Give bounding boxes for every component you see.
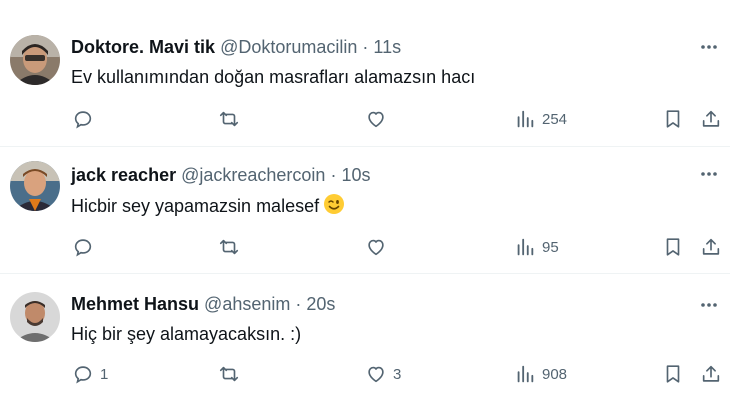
retweet-button[interactable] [218, 359, 246, 389]
author-handle[interactable]: @Doktorumacilin [220, 37, 357, 57]
bookmark-icon [666, 365, 680, 383]
heart-icon [368, 366, 384, 383]
timestamp[interactable]: 11s [373, 37, 401, 57]
retweet-icon [219, 366, 239, 382]
views-button[interactable]: 908 [514, 359, 567, 389]
tweet-text: Ev kullanımından doğan masrafları alamaz… [71, 64, 475, 90]
like-count: 3 [393, 365, 402, 383]
tweet-text: Hiç bir şey alamayacaksın. :) [71, 321, 301, 347]
views-button[interactable]: 95 [514, 232, 559, 262]
tweet-text-content: Hicbir sey yapamazsin malesef [71, 196, 320, 216]
author-name[interactable]: jack reacher [71, 165, 176, 185]
separator-dot: · [330, 165, 337, 185]
share-icon [702, 238, 720, 255]
bookmark-button[interactable] [662, 104, 684, 134]
views-icon [517, 110, 534, 128]
like-button[interactable] [365, 232, 393, 262]
tweet-actions: 254 [0, 104, 730, 134]
share-button[interactable] [700, 232, 722, 262]
tweet-actions: 1 3 908 [0, 359, 730, 389]
retweet-icon [219, 239, 239, 255]
view-count: 95 [542, 238, 559, 256]
views-button[interactable]: 254 [514, 104, 567, 134]
reply-button[interactable]: 1 [72, 359, 108, 389]
reply-button[interactable] [72, 104, 100, 134]
retweet-icon [219, 111, 239, 127]
tweet[interactable]: jack reacher @jackreachercoin · 10s Hicb… [0, 147, 730, 274]
author-name[interactable]: Mehmet Hansu [71, 294, 199, 314]
tweet-text-content: Ev kullanımından doğan masrafları alamaz… [71, 67, 476, 87]
reply-icon [74, 239, 92, 257]
timestamp[interactable]: 20s [306, 294, 335, 314]
bookmark-icon [666, 110, 680, 128]
like-button[interactable]: 3 [365, 359, 401, 389]
views-icon [517, 365, 534, 383]
author-handle[interactable]: @ahsenim [204, 294, 290, 314]
tweet-header: jack reacher @jackreachercoin · 10s [71, 163, 371, 187]
heart-icon [368, 239, 384, 256]
reply-icon [74, 111, 92, 129]
reply-icon [74, 366, 92, 384]
like-button[interactable] [365, 104, 393, 134]
views-icon [517, 238, 534, 256]
tweet-text-content: Hiç bir şey alamayacaksın. :) [71, 324, 302, 344]
avatar[interactable] [10, 35, 60, 85]
share-button[interactable] [700, 359, 722, 389]
view-count: 908 [542, 365, 568, 383]
reply-count: 1 [100, 365, 109, 383]
separator-dot: · [295, 294, 302, 314]
bookmark-icon [666, 238, 680, 256]
tweet-feed: Doktore. Mavi tik @Doktorumacilin · 11s … [0, 0, 730, 420]
tweet-header: Doktore. Mavi tik @Doktorumacilin · 11s [71, 35, 401, 59]
tweet-header: Mehmet Hansu @ahsenim · 20s [71, 292, 335, 316]
tweet-text: Hicbir sey yapamazsin malesef [71, 193, 345, 222]
heart-icon [368, 111, 384, 128]
tweet-actions: 95 [0, 232, 730, 262]
share-icon [702, 365, 720, 382]
separator-dot: · [362, 37, 369, 57]
retweet-button[interactable] [218, 232, 246, 262]
share-button[interactable] [700, 104, 722, 134]
share-icon [702, 110, 720, 127]
tweet[interactable]: Mehmet Hansu @ahsenim · 20s Hiç bir şey … [0, 274, 730, 420]
avatar[interactable] [10, 292, 60, 342]
more-options-icon[interactable] [698, 163, 720, 185]
author-handle[interactable]: @jackreachercoin [181, 165, 325, 185]
view-count: 254 [542, 110, 568, 128]
retweet-button[interactable] [218, 104, 246, 134]
bookmark-button[interactable] [662, 232, 684, 262]
more-options-icon[interactable] [698, 294, 720, 316]
winking-face-icon [323, 193, 345, 222]
timestamp[interactable]: 10s [341, 165, 370, 185]
avatar[interactable] [10, 161, 60, 211]
reply-button[interactable] [72, 232, 100, 262]
author-name[interactable]: Doktore. Mavi tik [71, 37, 215, 57]
more-options-icon[interactable] [698, 36, 720, 58]
bookmark-button[interactable] [662, 359, 684, 389]
tweet[interactable]: Doktore. Mavi tik @Doktorumacilin · 11s … [0, 0, 730, 147]
